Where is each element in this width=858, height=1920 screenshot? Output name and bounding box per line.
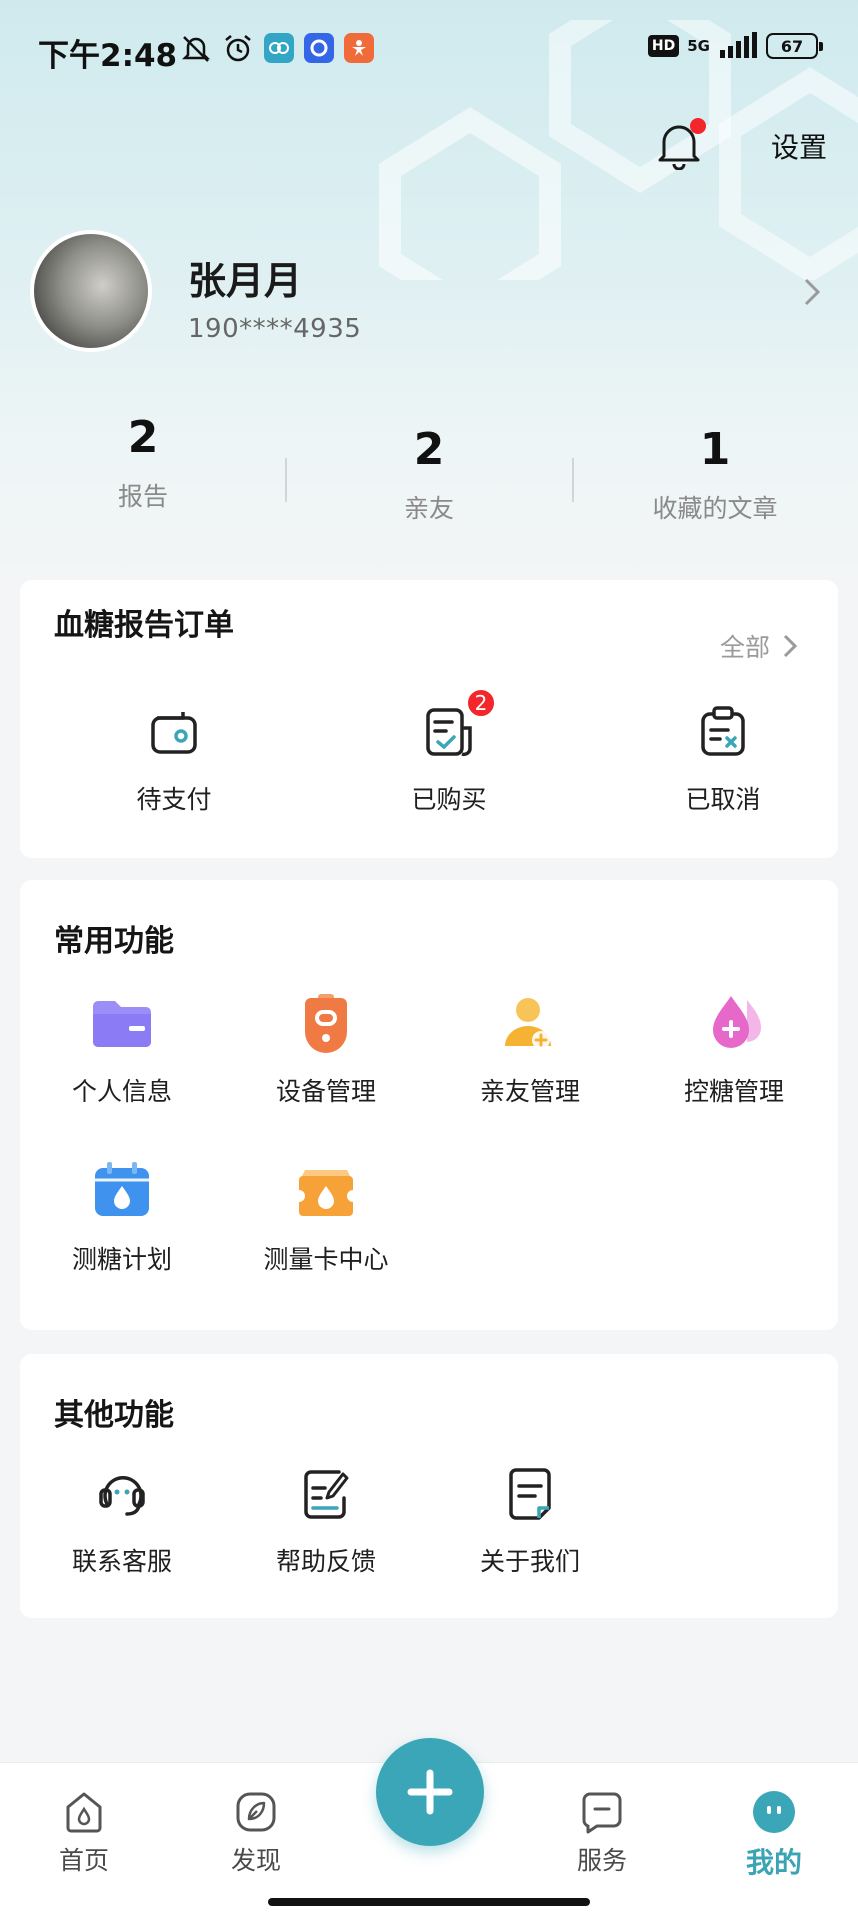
function-label: 关于我们 — [479, 1547, 580, 1576]
stat-label: 报告 — [117, 482, 168, 511]
function-glucose-control[interactable]: 控糖管理 — [632, 988, 836, 1108]
nav-label: 首页 — [58, 1846, 109, 1875]
function-label: 联系客服 — [71, 1547, 172, 1576]
signal-icon — [720, 32, 757, 58]
settings-button[interactable]: 设置 — [771, 126, 827, 166]
nav-service[interactable]: 服务 — [542, 1787, 662, 1877]
chevron-right-icon — [783, 634, 798, 658]
nav-label: 服务 — [576, 1846, 627, 1875]
stat-reports[interactable]: 2 报告 — [0, 412, 286, 513]
about-icon — [509, 1468, 551, 1520]
stat-favorites[interactable]: 1 收藏的文章 — [572, 424, 858, 525]
nav-label: 发现 — [230, 1846, 281, 1875]
my-icon — [753, 1791, 795, 1833]
device-icon — [305, 994, 347, 1053]
stat-label: 收藏的文章 — [652, 494, 778, 523]
status-bar: 下午2:48 HD 5G 67 — [0, 0, 858, 100]
orders-title: 血糖报告订单 — [54, 608, 234, 643]
cancelled-clipboard-icon — [701, 706, 745, 756]
function-label: 测量卡中心 — [263, 1245, 389, 1274]
common-functions-title: 常用功能 — [54, 924, 174, 959]
add-friend-icon — [505, 998, 551, 1049]
function-label: 控糖管理 — [683, 1077, 784, 1106]
app-notification-icon — [344, 33, 374, 63]
function-label: 设备管理 — [275, 1077, 376, 1106]
stat-value: 1 — [699, 424, 731, 475]
battery-icon: 67 — [766, 33, 823, 59]
calendar-drop-icon — [95, 1162, 149, 1216]
user-name[interactable]: 张月月 — [188, 250, 302, 305]
nav-discover[interactable]: 发现 — [196, 1787, 316, 1877]
nav-label: 我的 — [745, 1846, 802, 1879]
order-cancelled[interactable]: 已取消 — [621, 696, 825, 816]
notification-dot — [690, 118, 706, 134]
function-friends-management[interactable]: 亲友管理 — [428, 988, 632, 1108]
nav-home[interactable]: 首页 — [24, 1787, 144, 1877]
alarm-icon — [225, 35, 251, 62]
app-notification-icon — [264, 33, 294, 63]
service-icon — [582, 1792, 622, 1834]
stat-label: 亲友 — [403, 494, 454, 523]
other-functions-title: 其他功能 — [54, 1398, 174, 1433]
stat-friends[interactable]: 2 亲友 — [286, 424, 572, 525]
home-icon — [66, 1792, 102, 1833]
user-phone: 190****4935 — [188, 314, 362, 344]
stats-bar: 2 报告 2 亲友 1 收藏的文章 — [0, 400, 858, 550]
other-functions-card: 其他功能 联系客服 帮助反馈 关于我们 — [20, 1354, 838, 1618]
order-purchased[interactable]: 2 已购买 — [347, 688, 551, 816]
view-all-orders-button[interactable]: 全部 — [720, 628, 798, 664]
function-measure-card-center[interactable]: 测量卡中心 — [224, 1156, 428, 1276]
folder-icon — [93, 1001, 151, 1047]
stat-value: 2 — [127, 412, 159, 463]
avatar[interactable] — [30, 230, 152, 352]
function-label: 亲友管理 — [479, 1077, 580, 1106]
other-customer-service[interactable]: 联系客服 — [20, 1458, 224, 1578]
order-label: 已取消 — [685, 785, 761, 814]
function-glucose-plan[interactable]: 测糖计划 — [20, 1156, 224, 1276]
other-help-feedback[interactable]: 帮助反馈 — [224, 1458, 428, 1578]
add-record-button[interactable] — [376, 1738, 484, 1846]
customer-service-icon — [99, 1476, 145, 1516]
status-icons-left — [180, 32, 374, 64]
feedback-icon — [304, 1470, 349, 1519]
order-pending-payment[interactable]: 待支付 — [72, 696, 276, 816]
function-personal-info[interactable]: 个人信息 — [20, 988, 224, 1108]
function-label: 个人信息 — [71, 1077, 172, 1106]
mute-icon — [181, 36, 211, 62]
function-device-management[interactable]: 设备管理 — [224, 988, 428, 1108]
other-about-us[interactable]: 关于我们 — [428, 1458, 632, 1578]
app-notification-icon — [304, 33, 334, 63]
chevron-right-icon[interactable] — [800, 272, 824, 312]
common-functions-card: 常用功能 个人信息 设备管理 亲友管理 控糖管理 测糖计划 测量卡中心 — [20, 880, 838, 1330]
function-label: 帮助反馈 — [275, 1547, 376, 1576]
stat-value: 2 — [413, 424, 445, 475]
home-indicator[interactable] — [268, 1898, 590, 1906]
status-icons-right: HD 5G 67 — [647, 32, 823, 60]
function-label: 测糖计划 — [71, 1245, 172, 1274]
orders-card: 血糖报告订单 全部 待支付 2 已购买 已取消 — [20, 580, 838, 858]
hd-badge: HD — [647, 35, 680, 57]
nav-my[interactable]: 我的 — [714, 1787, 834, 1881]
order-label: 待支付 — [136, 785, 212, 814]
measure-card-icon — [299, 1170, 353, 1216]
view-all-label: 全部 — [719, 633, 770, 662]
discover-icon — [236, 1792, 276, 1832]
plus-icon — [407, 1769, 453, 1815]
network-type: 5G — [687, 37, 710, 55]
status-time: 下午2:48 — [38, 38, 178, 74]
wallet-icon — [151, 712, 197, 754]
purchased-count-badge: 2 — [466, 688, 496, 718]
order-label: 已购买 — [411, 785, 487, 814]
blood-drop-icon — [713, 996, 761, 1048]
battery-level: 67 — [780, 36, 804, 56]
